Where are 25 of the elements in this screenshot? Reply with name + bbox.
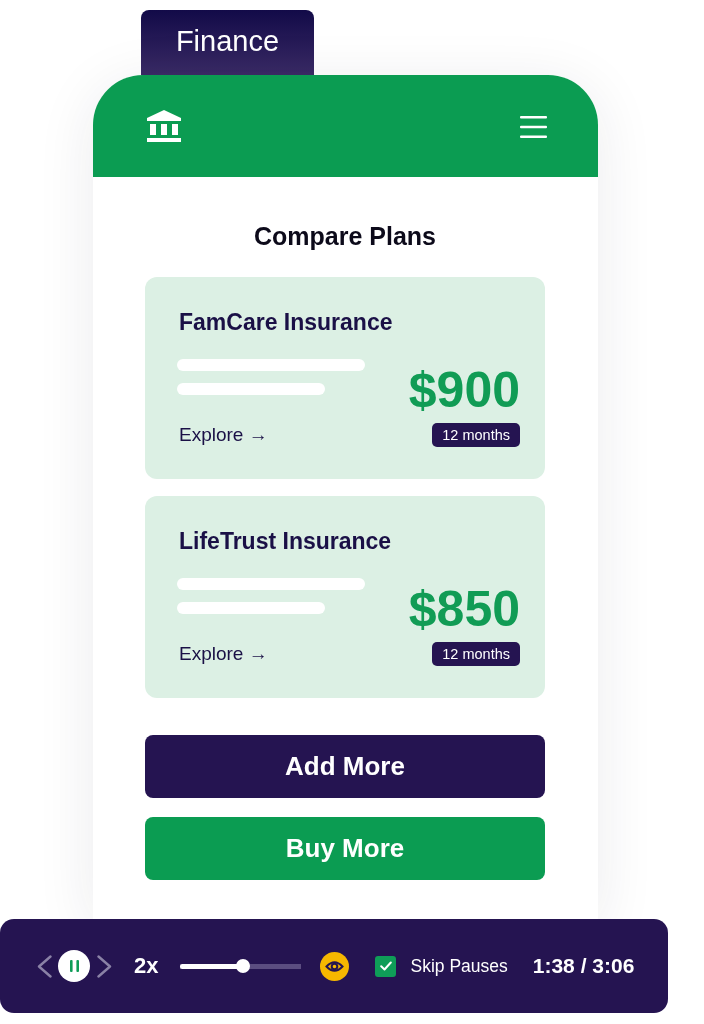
explore-link[interactable]: Explore → (179, 422, 268, 447)
term-badge: 12 months (432, 423, 520, 447)
slider-thumb[interactable] (236, 959, 251, 973)
check-icon (380, 961, 392, 971)
checkbox-label[interactable]: Skip Pauses (410, 955, 508, 977)
plan-price: $850 (408, 584, 520, 634)
term-badge: 12 months (432, 642, 520, 666)
add-more-button[interactable]: Add More (145, 735, 545, 798)
skip-pauses-checkbox[interactable] (375, 955, 397, 977)
speed-button[interactable]: 2x (134, 953, 159, 979)
time-display: 1:38 / 3:06 (532, 953, 635, 979)
pause-button[interactable] (58, 950, 90, 982)
chevron-left-icon[interactable] (37, 954, 52, 978)
bank-icon (147, 110, 181, 142)
buy-more-button[interactable]: Buy More (145, 817, 545, 880)
page-title: Compare Plans (253, 221, 437, 251)
menu-icon[interactable] (520, 116, 547, 138)
eye-icon[interactable] (320, 951, 350, 981)
plan-price: $900 (408, 365, 520, 415)
plan-name: LifeTrust Insurance (179, 527, 393, 555)
explore-link[interactable]: Explore → (179, 641, 268, 666)
plan-name: FamCare Insurance (179, 308, 394, 336)
category-label: Finance (141, 10, 314, 76)
pause-icon (69, 960, 79, 972)
chevron-right-icon[interactable] (97, 954, 112, 978)
